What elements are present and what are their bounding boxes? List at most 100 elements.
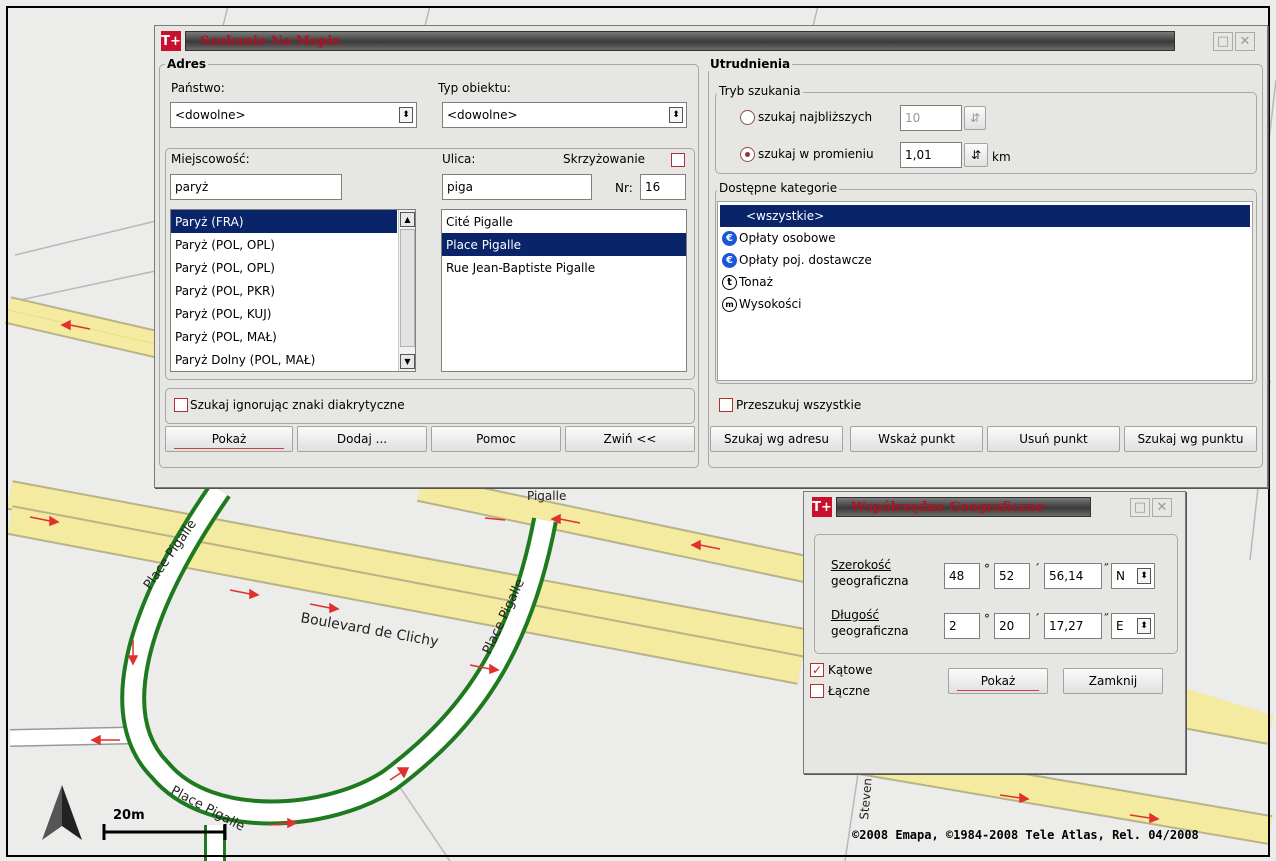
latitude-minutes-input[interactable]: 52 [994, 563, 1030, 589]
najblizszych-picker-icon[interactable]: ⇵ [964, 106, 986, 130]
minute-symbol: ´ [1034, 612, 1040, 626]
ulica-input[interactable]: piga [442, 174, 592, 200]
promieniu-picker-icon[interactable]: ⇵ [964, 143, 988, 167]
pomoc-button[interactable]: Pomoc [431, 426, 561, 452]
promieniu-input[interactable]: 1,01 [900, 142, 962, 168]
city-list-item[interactable]: Paryż (POL, OPL) [171, 233, 397, 256]
close-icon[interactable]: ✕ [1235, 32, 1255, 51]
longitude-label-2: geograficzna [831, 624, 909, 638]
app-logo-icon: T+ [812, 497, 832, 517]
street-list-item[interactable]: Rue Jean-Baptiste Pigalle [442, 256, 686, 279]
coords-pokaz-button[interactable]: Pokaż [948, 668, 1048, 694]
usun-punkt-button[interactable]: Usuń punkt [987, 426, 1120, 452]
longitude-seconds-input[interactable]: 17,27 [1044, 613, 1102, 639]
wskaz-punkt-button[interactable]: Wskaż punkt [850, 426, 983, 452]
category-tonaz[interactable]: t Tonaż [720, 271, 1250, 293]
longitude-degrees-input[interactable]: 2 [944, 613, 980, 639]
euro-icon: € [722, 252, 737, 268]
km-label: km [992, 150, 1011, 164]
latitude-label-1: Szerokość [831, 558, 892, 572]
typ-obiektu-select[interactable]: <dowolne> ⬍ [442, 102, 687, 128]
category-oplaty-osobowe[interactable]: € Opłaty osobowe [720, 227, 1250, 249]
miejscowosc-input[interactable]: paryż [170, 174, 342, 200]
zwin-button-label: Zwiń << [603, 432, 657, 446]
second-symbol: ˝ [1103, 562, 1109, 576]
przeszukuj-wszystkie-label: Przeszukuj wszystkie [736, 398, 862, 412]
najblizszych-input[interactable]: 10 [900, 105, 962, 131]
usun-punkt-label: Usuń punkt [1019, 432, 1088, 446]
maximize-icon[interactable]: □ [1130, 498, 1150, 517]
city-list-item[interactable]: Paryż (POL, KUJ) [171, 302, 397, 325]
panstwo-select[interactable]: <dowolne> ⬍ [170, 102, 417, 128]
szukaj-wg-punktu-button[interactable]: Szukaj wg punktu [1124, 426, 1257, 452]
coords-window-titlebar[interactable]: T+ Współrzędne Geograficzne [812, 496, 1104, 518]
spinner-icon[interactable]: ⬍ [399, 107, 413, 123]
category-tonaz-label: Tonaż [739, 275, 773, 289]
typ-obiektu-label: Typ obiektu: [438, 81, 511, 95]
scroll-thumb[interactable] [400, 229, 415, 347]
ignore-diacritics-checkbox[interactable] [174, 398, 188, 412]
coords-window: T+ Współrzędne Geograficzne □ ✕ Szerokoś… [803, 491, 1186, 774]
kategorie-listbox[interactable]: <wszystkie> € Opłaty osobowe € Opłaty po… [717, 201, 1253, 381]
spinner-icon[interactable]: ⬍ [669, 107, 683, 123]
street-list-item[interactable]: Place Pigalle [442, 233, 686, 256]
latitude-seconds-input[interactable]: 56,14 [1044, 563, 1102, 589]
zwin-button[interactable]: Zwiń << [565, 426, 695, 452]
longitude-direction-select[interactable]: E ⬍ [1111, 613, 1155, 639]
pokaz-button[interactable]: Pokaż [165, 426, 293, 452]
city-list-item[interactable]: Paryż (FRA) [171, 210, 397, 233]
spinner-icon[interactable]: ⬍ [1137, 568, 1151, 584]
katowe-checkbox[interactable]: ✓ [810, 663, 824, 677]
city-list-item[interactable]: Paryż Dolny (POL, MAŁ) [171, 348, 397, 371]
zamknij-label: Zamknij [1088, 674, 1138, 688]
cities-scrollbar[interactable]: ▲ ▼ [398, 210, 415, 371]
longitude-direction-value: E [1116, 619, 1124, 633]
city-list-item[interactable]: Paryż (POL, OPL) [171, 256, 397, 279]
skrzyzowanie-checkbox[interactable] [671, 153, 685, 167]
category-oplaty-dostawcze-label: Opłaty poj. dostawcze [739, 253, 872, 267]
promieniu-radio[interactable] [740, 147, 755, 162]
category-wysokosci[interactable]: m Wysokości [720, 293, 1250, 315]
category-oplaty-osobowe-label: Opłaty osobowe [739, 231, 836, 245]
search-window-titlebar[interactable]: T+ Szukanie Na Mapie [161, 30, 1175, 52]
city-list-item[interactable]: Paryż (POL, PKR) [171, 279, 397, 302]
latitude-direction-value: N [1116, 569, 1125, 583]
przeszukuj-wszystkie-checkbox[interactable] [719, 398, 733, 412]
category-wysokosci-label: Wysokości [739, 297, 802, 311]
miejscowosc-label: Miejscowość: [171, 152, 250, 166]
category-all-label: <wszystkie> [746, 209, 825, 223]
nr-label: Nr: [615, 181, 633, 195]
search-window-title: Szukanie Na Mapie [184, 31, 1175, 51]
panstwo-label: Państwo: [171, 81, 225, 95]
street-list-item[interactable]: Cité Pigalle [442, 210, 686, 233]
scroll-down-icon[interactable]: ▼ [400, 354, 415, 369]
dodaj-button[interactable]: Dodaj ... [297, 426, 427, 452]
map-label-pigalle: Pigalle [527, 489, 566, 503]
szukaj-wg-adresu-label: Szukaj wg adresu [724, 432, 829, 446]
maximize-icon[interactable]: □ [1213, 32, 1233, 51]
streets-listbox[interactable]: Cité Pigalle Place Pigalle Rue Jean-Baptis… [441, 209, 687, 372]
laczne-checkbox[interactable] [810, 684, 824, 698]
scroll-up-icon[interactable]: ▲ [400, 212, 415, 227]
city-list-item[interactable]: Paryż (POL, MAŁ) [171, 325, 397, 348]
longitude-minutes-input[interactable]: 20 [994, 613, 1030, 639]
szukaj-wg-adresu-button[interactable]: Szukaj wg adresu [710, 426, 843, 452]
app-logo-icon: T+ [161, 31, 181, 51]
search-window: T+ Szukanie Na Mapie □ ✕ Adres Państwo: … [154, 25, 1268, 488]
close-icon[interactable]: ✕ [1152, 498, 1172, 517]
category-all[interactable]: <wszystkie> [720, 205, 1250, 227]
laczne-label: Łączne [828, 684, 870, 698]
coords-window-title: Współrzędne Geograficzne [836, 497, 1091, 517]
zamknij-button[interactable]: Zamknij [1063, 668, 1163, 694]
utrudnienia-group-label: Utrudnienia [708, 57, 793, 71]
cities-listbox[interactable]: Paryż (FRA) Paryż (POL, OPL) Paryż (POL, O… [170, 209, 416, 372]
dodaj-button-label: Dodaj ... [336, 432, 388, 446]
second-symbol: ˝ [1103, 612, 1109, 626]
spinner-icon[interactable]: ⬍ [1137, 618, 1151, 634]
najblizszych-radio[interactable] [740, 110, 755, 125]
latitude-degrees-input[interactable]: 48 [944, 563, 980, 589]
euro-icon: € [722, 230, 737, 246]
category-oplaty-dostawcze[interactable]: € Opłaty poj. dostawcze [720, 249, 1250, 271]
latitude-direction-select[interactable]: N ⬍ [1111, 563, 1155, 589]
nr-input[interactable]: 16 [640, 174, 686, 200]
